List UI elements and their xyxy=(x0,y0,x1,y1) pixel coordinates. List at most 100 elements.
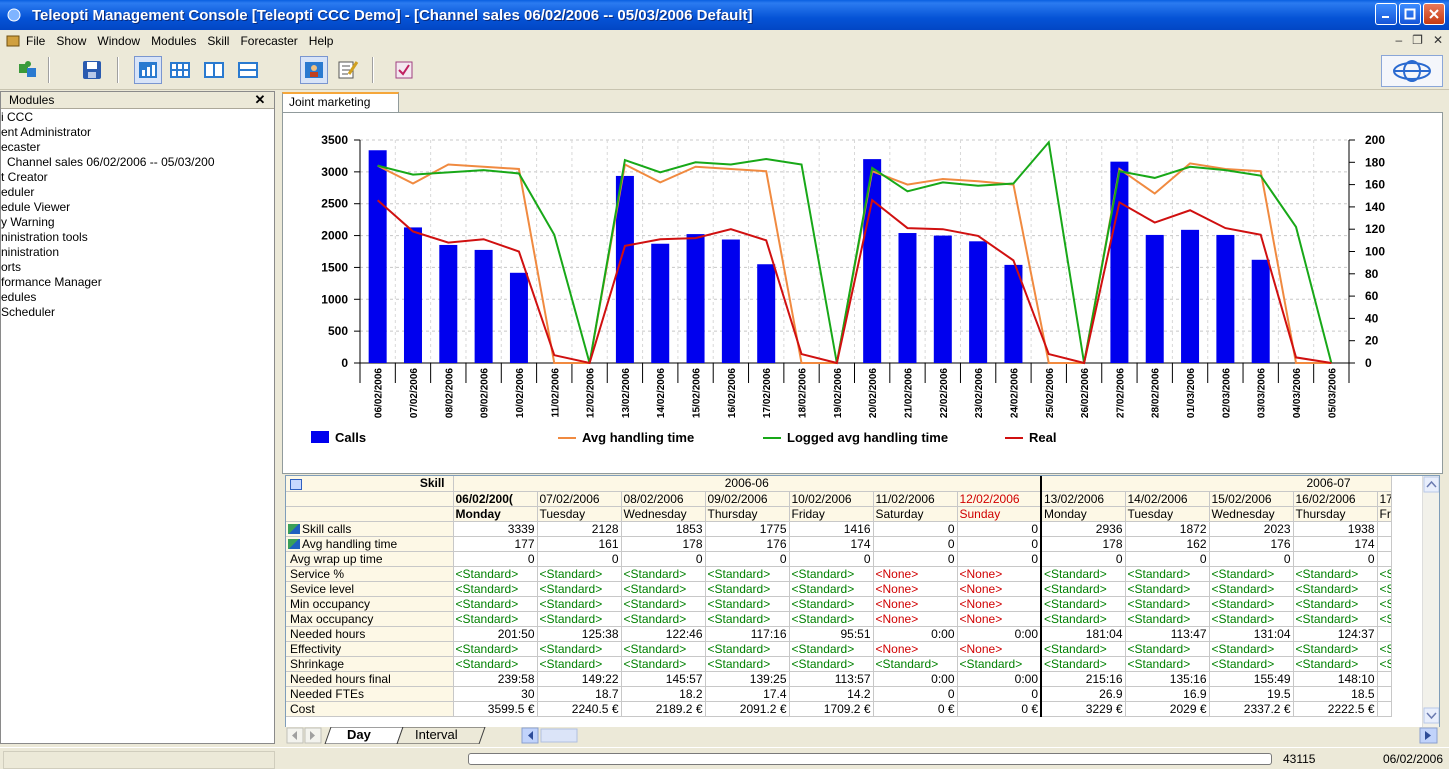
grid-cell[interactable]: <Standard> xyxy=(789,641,874,657)
grid-cell[interactable]: 174 xyxy=(789,536,874,552)
grid-cell[interactable]: 0:00 xyxy=(957,671,1042,687)
module-item[interactable]: y Warning xyxy=(1,215,274,230)
grid-cell[interactable]: <Standard> xyxy=(1209,641,1294,657)
grid-cell[interactable]: <S xyxy=(1377,596,1392,612)
grid-cell[interactable]: 18.5 xyxy=(1293,686,1378,702)
module-item[interactable]: Scheduler xyxy=(1,305,274,320)
grid-cell[interactable]: 0:00 xyxy=(873,671,958,687)
grid-cell[interactable]: <Standard> xyxy=(453,596,538,612)
date-header[interactable]: 17, xyxy=(1377,491,1392,507)
grid-cell[interactable]: <Standard> xyxy=(1041,656,1126,672)
user-view-button[interactable] xyxy=(300,56,328,84)
date-header[interactable]: 14/02/2006 xyxy=(1125,491,1210,507)
grid-cell[interactable]: 2222.5 € xyxy=(1293,701,1378,717)
grid-cell[interactable]: <None> xyxy=(873,566,958,582)
module-item[interactable]: formance Manager xyxy=(1,275,274,290)
tab-joint-marketing[interactable]: Joint marketing xyxy=(282,92,399,112)
date-header[interactable]: 13/02/2006 xyxy=(1041,491,1126,507)
grid-cell[interactable]: <Standard> xyxy=(705,581,790,597)
filter-icon[interactable] xyxy=(290,478,302,490)
grid-cell[interactable]: 26.9 xyxy=(1041,686,1126,702)
grid-cell[interactable]: 239:58 xyxy=(453,671,538,687)
grid-cell[interactable]: 2936 xyxy=(1041,521,1126,537)
grid-cell[interactable]: 18.7 xyxy=(537,686,622,702)
grid-cell[interactable]: <Standard> xyxy=(621,641,706,657)
grid-cell[interactable]: 2240.5 € xyxy=(537,701,622,717)
grid-cell[interactable]: <None> xyxy=(873,581,958,597)
grid-cell[interactable]: 0:00 xyxy=(873,626,958,642)
grid-cell[interactable]: 0 xyxy=(1041,551,1126,567)
date-header[interactable]: 06/02/200( xyxy=(453,491,538,507)
grid-cell[interactable]: <Standard> xyxy=(705,656,790,672)
grid-cell[interactable]: 0 xyxy=(453,551,538,567)
grid-cell[interactable]: <Standard> xyxy=(537,611,622,627)
grid-cell[interactable] xyxy=(1377,671,1392,687)
grid-cell[interactable]: 1709.2 € xyxy=(789,701,874,717)
module-item[interactable]: orts xyxy=(1,260,274,275)
grid-cell[interactable]: <None> xyxy=(957,596,1042,612)
menu-skill[interactable]: Skill xyxy=(207,34,229,48)
grid-cell[interactable]: <Standard> xyxy=(621,656,706,672)
grid-cell[interactable]: <S xyxy=(1377,581,1392,597)
grid-cell[interactable]: <Standard> xyxy=(705,611,790,627)
grid-cell[interactable]: 149:22 xyxy=(537,671,622,687)
grid-cell[interactable]: 0 xyxy=(789,551,874,567)
module-item[interactable]: Channel sales 06/02/2006 -- 05/03/200 xyxy=(1,155,274,170)
grid-cell[interactable]: 2337.2 € xyxy=(1209,701,1294,717)
grid-cell[interactable]: 135:16 xyxy=(1125,671,1210,687)
module-item[interactable]: edule Viewer xyxy=(1,200,274,215)
grid-cell[interactable]: <Standard> xyxy=(453,611,538,627)
grid-cell[interactable]: 14.2 xyxy=(789,686,874,702)
grid-cell[interactable]: <Standard> xyxy=(1041,641,1126,657)
grid-cell[interactable]: <Standard> xyxy=(789,581,874,597)
menu-file[interactable]: File xyxy=(26,34,45,48)
grid-cell[interactable]: <Standard> xyxy=(1209,656,1294,672)
grid-cell[interactable]: <Standard> xyxy=(1293,566,1378,582)
grid-cell[interactable]: <Standard> xyxy=(621,611,706,627)
edit-button[interactable] xyxy=(334,56,362,84)
grid-cell[interactable]: 2023 xyxy=(1209,521,1294,537)
menu-help[interactable]: Help xyxy=(309,34,334,48)
menu-show[interactable]: Show xyxy=(56,34,86,48)
module-item[interactable]: ecaster xyxy=(1,140,274,155)
grid-cell[interactable]: 174 xyxy=(1293,536,1378,552)
grid-cell[interactable]: 139:25 xyxy=(705,671,790,687)
grid-cell[interactable]: <None> xyxy=(873,641,958,657)
module-item[interactable]: edules xyxy=(1,290,274,305)
grid-cell[interactable]: 0 xyxy=(1293,551,1378,567)
grid-cell[interactable]: 1938 xyxy=(1293,521,1378,537)
grid-cell[interactable]: <Standard> xyxy=(789,566,874,582)
menu-modules[interactable]: Modules xyxy=(151,34,196,48)
split-horizontal-button[interactable] xyxy=(234,56,262,84)
date-header[interactable]: 15/02/2006 xyxy=(1209,491,1294,507)
menu-window[interactable]: Window xyxy=(97,34,140,48)
chart-view-button[interactable] xyxy=(134,56,162,84)
grid-cell[interactable]: 3599.5 € xyxy=(453,701,538,717)
grid-cell[interactable]: 201:50 xyxy=(453,626,538,642)
grid-cell[interactable]: 2029 € xyxy=(1125,701,1210,717)
grid-cell[interactable]: 1853 xyxy=(621,521,706,537)
grid-cell[interactable]: <Standard> xyxy=(705,596,790,612)
date-header[interactable]: 09/02/2006 xyxy=(705,491,790,507)
date-header[interactable]: 12/02/2006 xyxy=(957,491,1042,507)
grid-cell[interactable]: 3229 € xyxy=(1041,701,1126,717)
grid-cell[interactable]: 0 € xyxy=(957,701,1042,717)
chart-toggle-icon[interactable] xyxy=(288,524,300,535)
maximize-button[interactable] xyxy=(1399,3,1421,25)
module-item[interactable]: ninistration xyxy=(1,245,274,260)
grid-cell[interactable] xyxy=(1377,701,1392,717)
grid-cell[interactable]: <Standard> xyxy=(789,611,874,627)
grid-cell[interactable] xyxy=(1377,536,1392,552)
grid-cell[interactable]: <Standard> xyxy=(1041,596,1126,612)
module-item[interactable]: i CCC xyxy=(1,110,274,125)
grid-cell[interactable]: 1775 xyxy=(705,521,790,537)
grid-cell[interactable]: <Standard> xyxy=(1125,581,1210,597)
grid-cell[interactable]: 161 xyxy=(537,536,622,552)
grid-cell[interactable]: <Standard> xyxy=(537,641,622,657)
module-item[interactable]: eduler xyxy=(1,185,274,200)
grid-cell[interactable]: <Standard> xyxy=(1293,656,1378,672)
grid-cell[interactable]: <Standard> xyxy=(453,581,538,597)
grid-cell[interactable]: <Standard> xyxy=(453,656,538,672)
grid-cell[interactable]: 148:10 xyxy=(1293,671,1378,687)
grid-cell[interactable]: <None> xyxy=(957,581,1042,597)
